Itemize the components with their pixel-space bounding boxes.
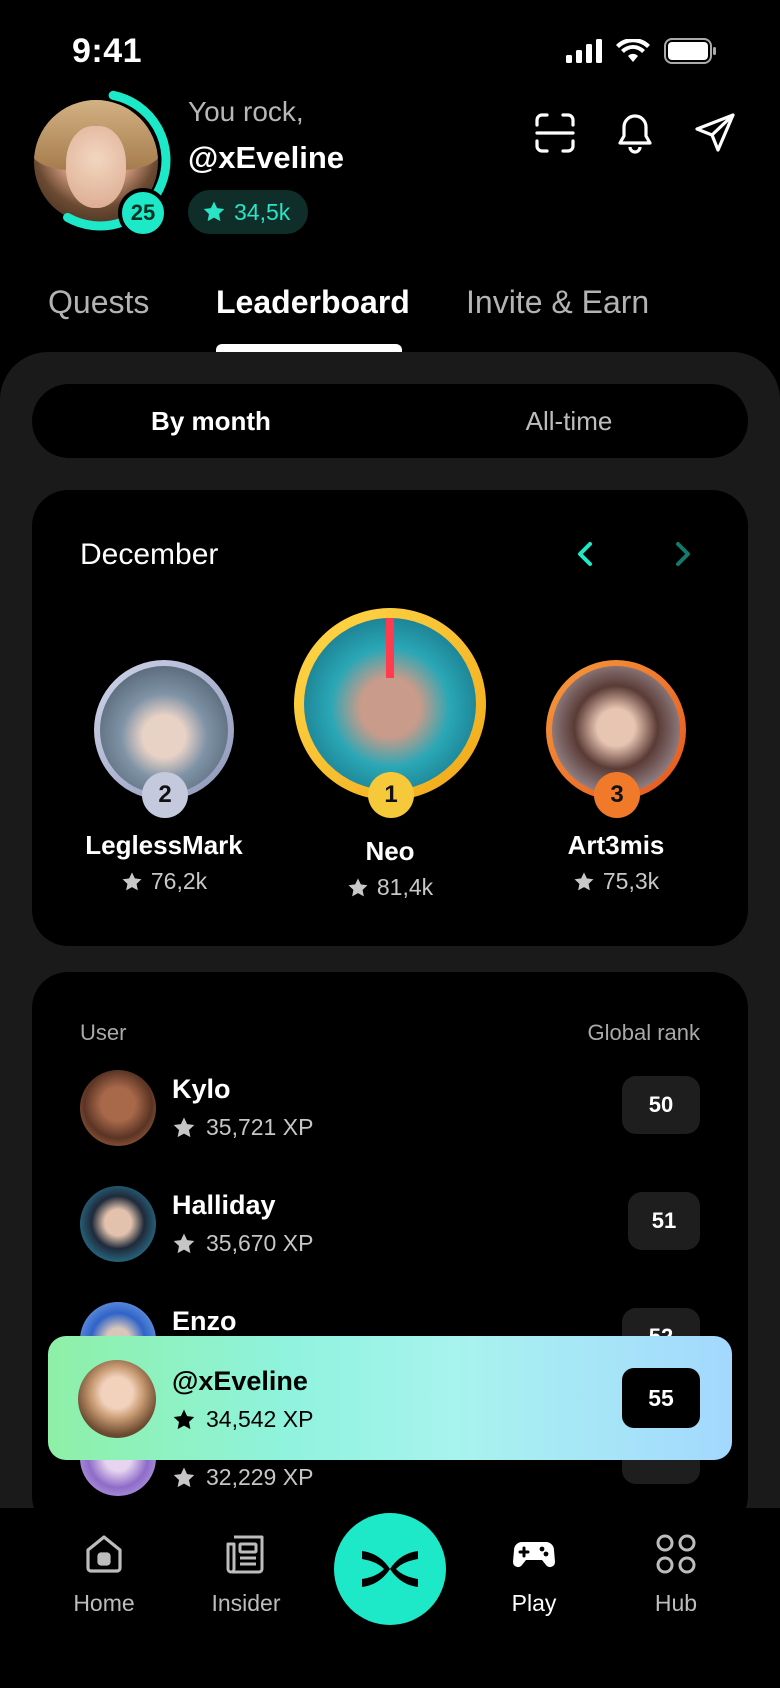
podium-card: December 2 LeglessMark 76,2k 1 Neo 81,4k (32, 490, 748, 946)
rank-badge: 3 (594, 772, 640, 818)
star-icon (173, 1467, 195, 1487)
nav-hub[interactable]: Hub (606, 1532, 746, 1617)
nav-label: Insider (211, 1590, 281, 1616)
rank-badge: 1 (368, 772, 414, 818)
winner-points: 76,2k (150, 868, 208, 894)
chevron-left-icon[interactable] (566, 534, 606, 574)
status-icons (566, 38, 718, 64)
nav-label: Home (73, 1590, 135, 1616)
username: @xEveline (188, 140, 345, 175)
row-xp: 35,721 XP (206, 1114, 314, 1140)
grid-icon (656, 1534, 696, 1574)
column-header-rank: Global rank (587, 1020, 700, 1045)
star-icon (173, 1117, 195, 1137)
tab-invite-earn[interactable]: Invite & Earn (466, 284, 649, 321)
points-chip: 34,5k (188, 190, 309, 234)
nav-label: Play (511, 1590, 557, 1616)
star-icon (122, 871, 142, 890)
period-all-time[interactable]: All-time (390, 384, 748, 458)
tab-quests[interactable]: Quests (48, 284, 149, 321)
newspaper-icon (226, 1535, 264, 1574)
wifi-icon (616, 39, 650, 62)
my-xp: 34,542 XP (206, 1406, 314, 1432)
winner-points: 81,4k (376, 874, 434, 900)
my-rank: 55 (622, 1368, 700, 1428)
star-icon (173, 1409, 195, 1429)
status-time: 9:41 (72, 32, 143, 70)
my-name: @xEveline (172, 1366, 308, 1396)
winner-name: Art3mis (567, 830, 665, 860)
logo-icon (362, 1551, 418, 1587)
my-rank-card[interactable]: @xEveline 34,542 XP 55 (48, 1336, 732, 1460)
signal-icon (566, 39, 602, 63)
row-name: Kylo (172, 1074, 231, 1104)
winner-name: LeglessMark (85, 830, 243, 860)
tab-leaderboard[interactable]: Leaderboard (216, 284, 410, 321)
row-name: Halliday (172, 1190, 276, 1220)
winner-name: Neo (365, 836, 415, 866)
table-row[interactable]: Halliday 35,670 XP 51 (80, 1186, 700, 1268)
row-name: Enzo (172, 1306, 237, 1336)
month-label: December (80, 538, 219, 571)
row-rank: 50 (622, 1076, 700, 1134)
header-actions (534, 112, 736, 154)
nav-home[interactable]: Home (34, 1532, 174, 1617)
battery-icon (664, 38, 716, 64)
scan-button[interactable] (534, 112, 576, 154)
bottom-nav: Home Insider Play Hub (0, 1508, 780, 1688)
avatar (304, 618, 476, 790)
nav-insider[interactable]: Insider (176, 1532, 316, 1617)
star-icon (574, 871, 594, 890)
nav-label: Hub (654, 1590, 698, 1616)
winner-points: 75,3k (602, 868, 660, 894)
send-icon (695, 113, 735, 152)
row-rank: 51 (628, 1192, 700, 1250)
nav-play[interactable]: Play (464, 1532, 604, 1617)
rank-badge: 2 (142, 772, 188, 818)
period-by-month[interactable]: By month (32, 384, 390, 458)
status-bar: 9:41 (0, 0, 780, 100)
table-row[interactable]: Kylo 35,721 XP 50 (80, 1070, 700, 1152)
star-icon (348, 877, 368, 896)
active-tab-indicator (216, 344, 402, 352)
points-value: 34,5k (234, 198, 291, 225)
avatar (80, 1070, 156, 1146)
gamepad-icon (513, 1542, 555, 1567)
level-badge: 25 (118, 188, 168, 238)
home-icon (86, 1535, 122, 1573)
column-header-user: User (80, 1020, 127, 1045)
greeting-text: You rock, (188, 96, 304, 127)
row-xp: 32,229 XP (206, 1464, 314, 1490)
avatar (80, 1186, 156, 1262)
scan-icon (535, 113, 575, 153)
chevron-right-icon[interactable] (662, 534, 702, 574)
period-toggle: By month All-time (32, 384, 748, 458)
send-button[interactable] (694, 112, 736, 154)
bell-icon (618, 114, 652, 154)
avatar (78, 1360, 156, 1438)
star-icon (173, 1233, 195, 1253)
row-xp: 35,670 XP (206, 1230, 314, 1256)
home-indicator (256, 1662, 524, 1672)
notifications-button[interactable] (614, 112, 656, 154)
play-action-button[interactable] (334, 1513, 446, 1625)
star-icon (203, 201, 225, 222)
